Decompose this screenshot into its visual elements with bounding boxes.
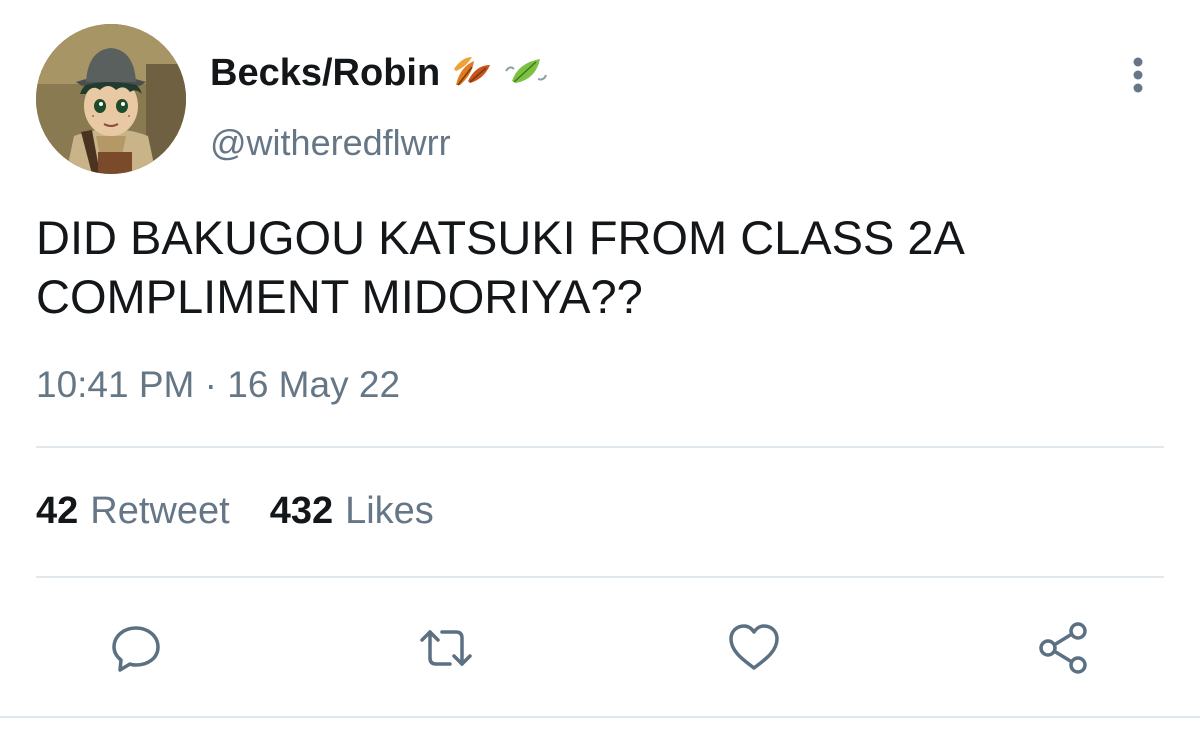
leaf-fluttering-icon [504, 51, 548, 96]
like-button[interactable] [724, 618, 784, 678]
reply-icon [112, 626, 160, 672]
display-name[interactable]: Becks/Robin [210, 52, 440, 95]
tweet-text: DID BAKUGOU KATSUKI FROM CLASS 2A COMPLI… [36, 211, 963, 323]
retweet-icon [420, 630, 472, 666]
user-handle[interactable]: @witheredflwrr [210, 122, 451, 164]
retweet-stat[interactable]: 42 Retweet [36, 490, 230, 533]
heart-icon [729, 624, 779, 670]
like-label: Likes [345, 490, 434, 532]
divider [36, 576, 1164, 578]
retweet-label: Retweet [90, 490, 230, 532]
avatar[interactable] [36, 24, 186, 174]
like-count: 432 [269, 490, 334, 532]
fallen-leaf-icon [450, 51, 494, 96]
tweet-stats: 42 Retweet 432 Likes [36, 490, 474, 533]
tweet-card: Becks/Robin @witheredflwrr DID BAKUGOU K… [0, 0, 1200, 736]
more-options-button[interactable] [1118, 50, 1158, 100]
display-name-row[interactable]: Becks/Robin [210, 48, 548, 98]
share-icon [1039, 622, 1087, 674]
reply-button[interactable] [106, 618, 166, 678]
divider [0, 716, 1200, 718]
divider [36, 446, 1164, 448]
more-vertical-icon [1133, 57, 1143, 93]
retweet-count: 42 [36, 490, 79, 532]
like-stat[interactable]: 432 Likes [270, 490, 434, 533]
share-button[interactable] [1033, 618, 1093, 678]
retweet-button[interactable] [416, 618, 476, 678]
tweet-timestamp[interactable]: 10:41 PM · 16 May 22 [36, 364, 400, 406]
